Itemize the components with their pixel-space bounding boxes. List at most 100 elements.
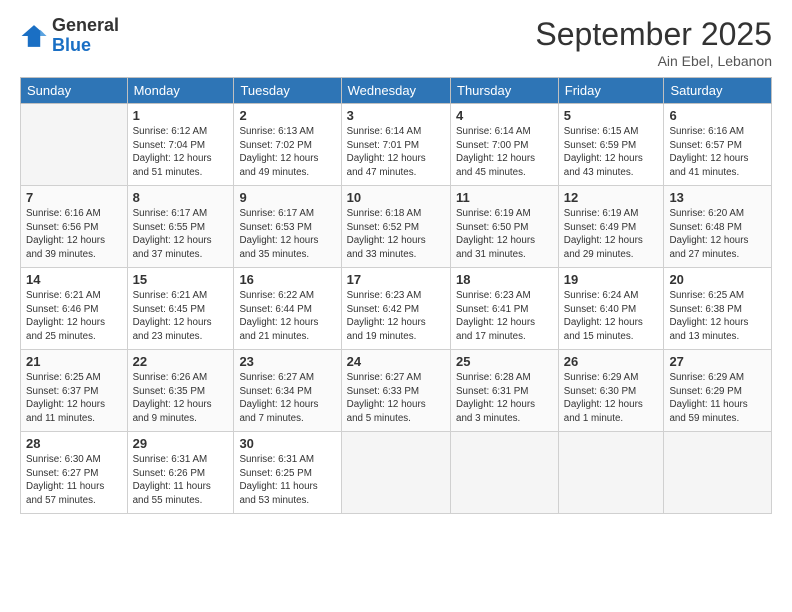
- page: General Blue September 2025 Ain Ebel, Le…: [0, 0, 792, 612]
- day-number: 4: [456, 108, 553, 123]
- day-info: Sunrise: 6:16 AM Sunset: 6:56 PM Dayligh…: [26, 207, 122, 262]
- table-cell: [558, 432, 664, 514]
- day-info: Sunrise: 6:19 AM Sunset: 6:49 PM Dayligh…: [564, 207, 659, 262]
- col-sunday: Sunday: [21, 78, 128, 104]
- calendar-header-row: Sunday Monday Tuesday Wednesday Thursday…: [21, 78, 772, 104]
- table-cell: 30 Sunrise: 6:31 AM Sunset: 6:25 PM Dayli…: [234, 432, 341, 514]
- day-number: 15: [133, 272, 229, 287]
- day-info: Sunrise: 6:30 AM Sunset: 6:27 PM Dayligh…: [26, 453, 122, 508]
- day-number: 18: [456, 272, 553, 287]
- day-info: Sunrise: 6:18 AM Sunset: 6:52 PM Dayligh…: [347, 207, 445, 262]
- week-row-2: 7 Sunrise: 6:16 AM Sunset: 6:56 PM Daylig…: [21, 186, 772, 268]
- logo-general-text: General: [52, 15, 119, 35]
- day-number: 1: [133, 108, 229, 123]
- table-cell: 19 Sunrise: 6:24 AM Sunset: 6:40 PM Dayli…: [558, 268, 664, 350]
- table-cell: 17Sunrise: 6:23 AM Sunset: 6:42 PM Dayli…: [341, 268, 450, 350]
- day-number: 23: [239, 354, 335, 369]
- day-info: Sunrise: 6:27 AM Sunset: 6:34 PM Dayligh…: [239, 371, 335, 426]
- day-number: 3: [347, 108, 445, 123]
- day-info: Sunrise: 6:12 AM Sunset: 7:04 PM Dayligh…: [133, 125, 229, 180]
- table-cell: 23 Sunrise: 6:27 AM Sunset: 6:34 PM Dayli…: [234, 350, 341, 432]
- day-number: 6: [669, 108, 766, 123]
- day-info: Sunrise: 6:31 AM Sunset: 6:25 PM Dayligh…: [239, 453, 335, 508]
- day-info: Sunrise: 6:21 AM Sunset: 6:46 PM Dayligh…: [26, 289, 122, 344]
- day-number: 10: [347, 190, 445, 205]
- table-cell: 22 Sunrise: 6:26 AM Sunset: 6:35 PM Dayli…: [127, 350, 234, 432]
- day-number: 5: [564, 108, 659, 123]
- title-block: September 2025 Ain Ebel, Lebanon: [535, 16, 772, 69]
- table-cell: 3 Sunrise: 6:14 AM Sunset: 7:01 PM Daylig…: [341, 104, 450, 186]
- table-cell: 16 Sunrise: 6:22 AM Sunset: 6:44 PM Dayli…: [234, 268, 341, 350]
- day-info: Sunrise: 6:13 AM Sunset: 7:02 PM Dayligh…: [239, 125, 335, 180]
- day-number: 11: [456, 190, 553, 205]
- logo: General Blue: [20, 16, 119, 56]
- day-info: Sunrise: 6:17 AM Sunset: 6:53 PM Dayligh…: [239, 207, 335, 262]
- week-row-3: 14 Sunrise: 6:21 AM Sunset: 6:46 PM Dayli…: [21, 268, 772, 350]
- col-friday: Friday: [558, 78, 664, 104]
- day-number: 13: [669, 190, 766, 205]
- table-cell: 12 Sunrise: 6:19 AM Sunset: 6:49 PM Dayli…: [558, 186, 664, 268]
- day-number: 24: [347, 354, 445, 369]
- table-cell: 8 Sunrise: 6:17 AM Sunset: 6:55 PM Daylig…: [127, 186, 234, 268]
- table-cell: 2 Sunrise: 6:13 AM Sunset: 7:02 PM Daylig…: [234, 104, 341, 186]
- table-cell: 6Sunrise: 6:16 AM Sunset: 6:57 PM Daylig…: [664, 104, 772, 186]
- day-info: Sunrise: 6:29 AM Sunset: 6:30 PM Dayligh…: [564, 371, 659, 426]
- day-number: 12: [564, 190, 659, 205]
- calendar: Sunday Monday Tuesday Wednesday Thursday…: [20, 77, 772, 514]
- col-wednesday: Wednesday: [341, 78, 450, 104]
- day-info: Sunrise: 6:15 AM Sunset: 6:59 PM Dayligh…: [564, 125, 659, 180]
- day-info: Sunrise: 6:24 AM Sunset: 6:40 PM Dayligh…: [564, 289, 659, 344]
- table-cell: 13 Sunrise: 6:20 AM Sunset: 6:48 PM Dayli…: [664, 186, 772, 268]
- logo-text: General Blue: [52, 16, 119, 56]
- day-number: 28: [26, 436, 122, 451]
- day-number: 30: [239, 436, 335, 451]
- table-cell: 29Sunrise: 6:31 AM Sunset: 6:26 PM Dayli…: [127, 432, 234, 514]
- day-number: 2: [239, 108, 335, 123]
- col-saturday: Saturday: [664, 78, 772, 104]
- table-cell: 10 Sunrise: 6:18 AM Sunset: 6:52 PM Dayli…: [341, 186, 450, 268]
- day-number: 7: [26, 190, 122, 205]
- table-cell: 14 Sunrise: 6:21 AM Sunset: 6:46 PM Dayli…: [21, 268, 128, 350]
- table-cell: 7 Sunrise: 6:16 AM Sunset: 6:56 PM Daylig…: [21, 186, 128, 268]
- week-row-1: 1 Sunrise: 6:12 AM Sunset: 7:04 PM Daylig…: [21, 104, 772, 186]
- day-info: Sunrise: 6:14 AM Sunset: 7:01 PM Dayligh…: [347, 125, 445, 180]
- day-number: 25: [456, 354, 553, 369]
- day-info: Sunrise: 6:28 AM Sunset: 6:31 PM Dayligh…: [456, 371, 553, 426]
- day-number: 22: [133, 354, 229, 369]
- day-info: Sunrise: 6:22 AM Sunset: 6:44 PM Dayligh…: [239, 289, 335, 344]
- day-number: 8: [133, 190, 229, 205]
- col-tuesday: Tuesday: [234, 78, 341, 104]
- day-info: Sunrise: 6:21 AM Sunset: 6:45 PM Dayligh…: [133, 289, 229, 344]
- month-year: September 2025: [535, 16, 772, 53]
- day-info: Sunrise: 6:14 AM Sunset: 7:00 PM Dayligh…: [456, 125, 553, 180]
- col-monday: Monday: [127, 78, 234, 104]
- table-cell: 27Sunrise: 6:29 AM Sunset: 6:29 PM Dayli…: [664, 350, 772, 432]
- day-info: Sunrise: 6:25 AM Sunset: 6:37 PM Dayligh…: [26, 371, 122, 426]
- day-number: 29: [133, 436, 229, 451]
- day-number: 16: [239, 272, 335, 287]
- table-cell: [664, 432, 772, 514]
- table-cell: [341, 432, 450, 514]
- location: Ain Ebel, Lebanon: [535, 53, 772, 69]
- logo-icon: [20, 22, 48, 50]
- day-info: Sunrise: 6:20 AM Sunset: 6:48 PM Dayligh…: [669, 207, 766, 262]
- day-number: 14: [26, 272, 122, 287]
- day-number: 19: [564, 272, 659, 287]
- day-info: Sunrise: 6:29 AM Sunset: 6:29 PM Dayligh…: [669, 371, 766, 426]
- day-number: 9: [239, 190, 335, 205]
- day-number: 20: [669, 272, 766, 287]
- table-cell: 11 Sunrise: 6:19 AM Sunset: 6:50 PM Dayli…: [451, 186, 559, 268]
- day-info: Sunrise: 6:27 AM Sunset: 6:33 PM Dayligh…: [347, 371, 445, 426]
- header: General Blue September 2025 Ain Ebel, Le…: [20, 16, 772, 69]
- day-number: 26: [564, 354, 659, 369]
- col-thursday: Thursday: [451, 78, 559, 104]
- day-info: Sunrise: 6:23 AM Sunset: 6:41 PM Dayligh…: [456, 289, 553, 344]
- day-info: Sunrise: 6:26 AM Sunset: 6:35 PM Dayligh…: [133, 371, 229, 426]
- table-cell: 26 Sunrise: 6:29 AM Sunset: 6:30 PM Dayli…: [558, 350, 664, 432]
- table-cell: 15 Sunrise: 6:21 AM Sunset: 6:45 PM Dayli…: [127, 268, 234, 350]
- table-cell: [451, 432, 559, 514]
- table-cell: 1 Sunrise: 6:12 AM Sunset: 7:04 PM Daylig…: [127, 104, 234, 186]
- week-row-5: 28 Sunrise: 6:30 AM Sunset: 6:27 PM Dayli…: [21, 432, 772, 514]
- day-info: Sunrise: 6:19 AM Sunset: 6:50 PM Dayligh…: [456, 207, 553, 262]
- day-info: Sunrise: 6:17 AM Sunset: 6:55 PM Dayligh…: [133, 207, 229, 262]
